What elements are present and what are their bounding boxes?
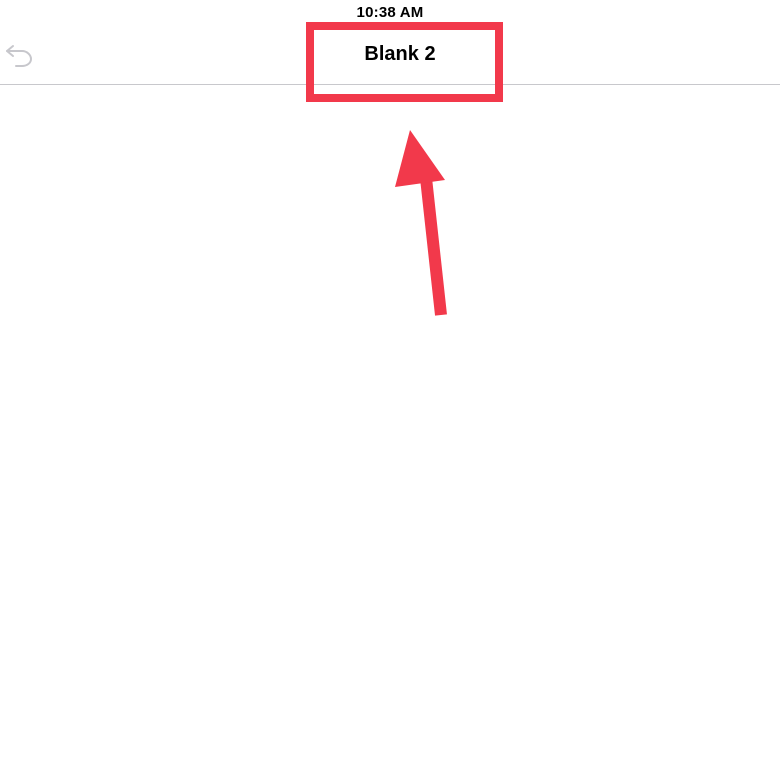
app-screen: 10:38 AM Blank 2 — [0, 0, 780, 780]
status-bar-time: 10:38 AM — [356, 4, 424, 21]
navigation-bar: Blank 2 — [0, 24, 780, 85]
undo-button[interactable] — [2, 38, 36, 72]
document-canvas[interactable] — [0, 86, 780, 780]
document-title[interactable]: Blank 2 — [306, 24, 494, 84]
undo-icon — [6, 45, 33, 67]
